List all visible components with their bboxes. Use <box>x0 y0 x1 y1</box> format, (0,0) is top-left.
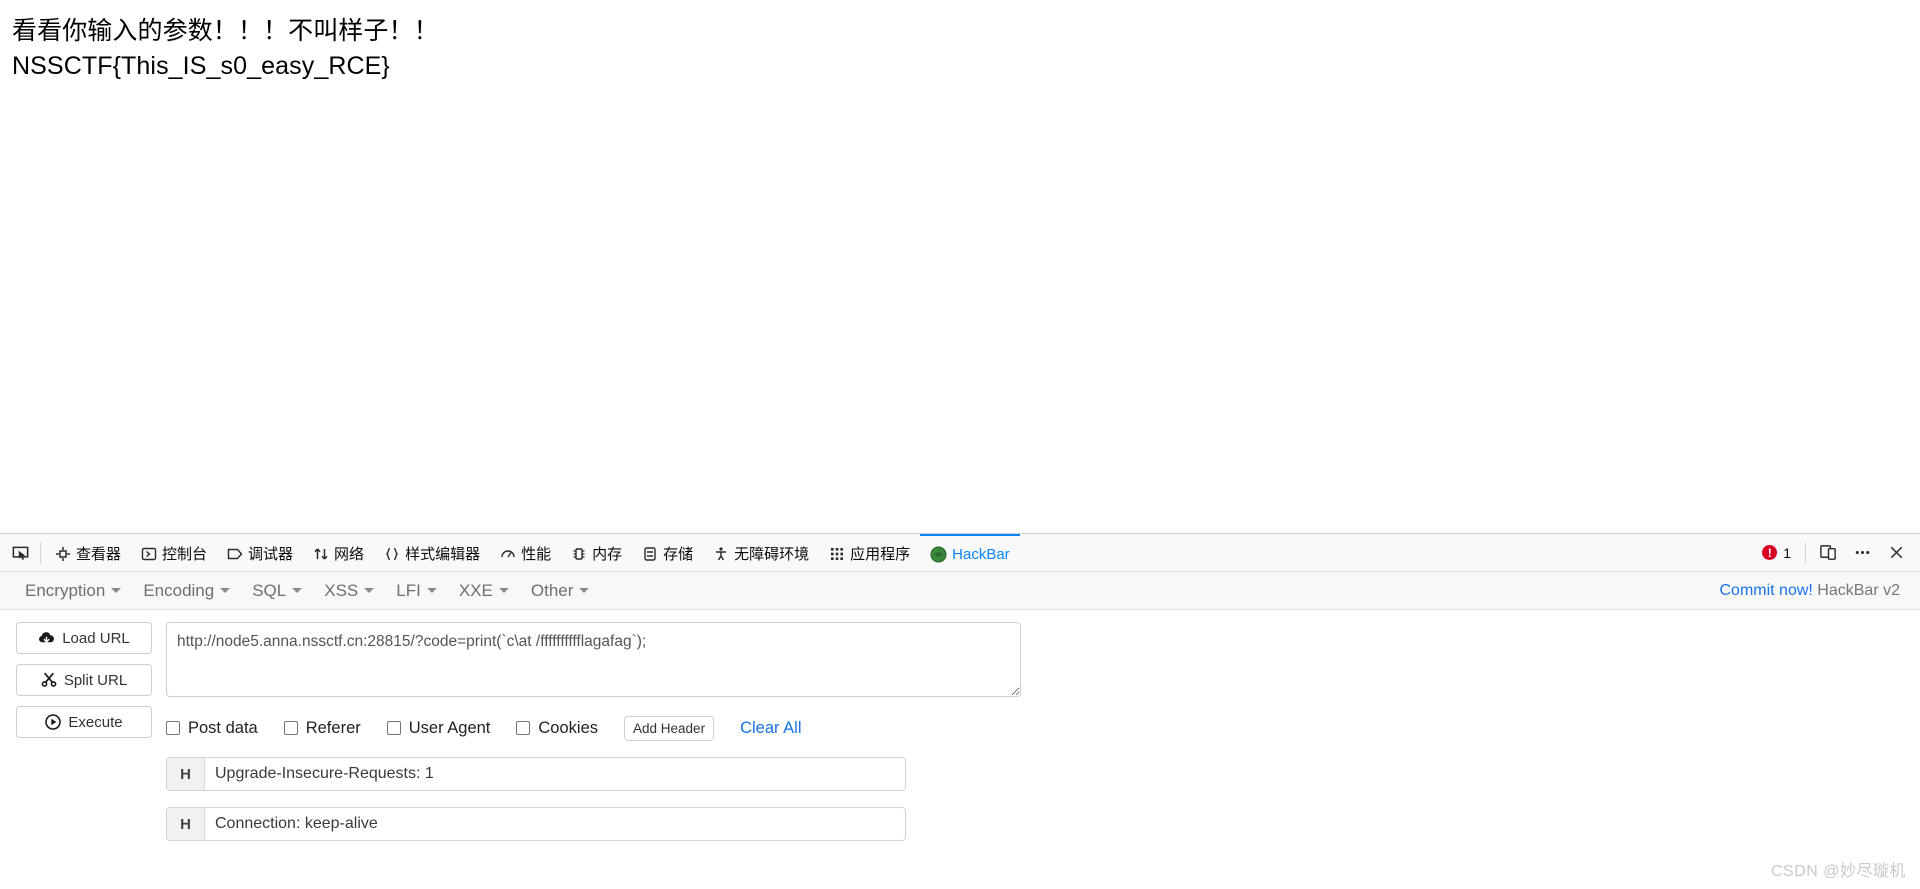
menu-xxe[interactable]: XXE <box>448 577 520 605</box>
menu-label: LFI <box>396 580 421 600</box>
toolbar-divider-right <box>1805 542 1806 564</box>
menu-label: XXE <box>458 580 493 600</box>
tab-label: 性能 <box>521 545 552 563</box>
checkbox-referer[interactable]: Referer <box>283 718 361 738</box>
checkbox-icon[interactable] <box>386 721 401 735</box>
chevron-down-icon <box>220 588 231 593</box>
split-url-button[interactable]: Split URL <box>16 664 152 696</box>
devtools-toolbar-right: ! 1 <box>1754 534 1914 571</box>
tab-storage[interactable]: 存储 <box>632 534 703 571</box>
header-type-label: H <box>167 808 205 840</box>
hackbar-version-label: HackBar v2 <box>1817 581 1900 599</box>
menu-label: Encryption <box>25 580 106 600</box>
commit-now-link[interactable]: Commit now! <box>1719 582 1812 599</box>
tab-label: 控制台 <box>162 545 208 563</box>
chevron-down-icon <box>111 588 122 593</box>
hackbar-action-buttons: Load URL Split URL Execute <box>0 622 152 889</box>
checkbox-cookies[interactable]: Cookies <box>516 719 598 738</box>
tab-label: 调试器 <box>248 545 294 563</box>
add-header-button[interactable]: Add Header <box>624 715 715 741</box>
hackbar-icon <box>930 546 947 562</box>
load-url-button[interactable]: Load URL <box>16 622 152 654</box>
hackbar-version-area: Commit now! HackBar v2 <box>1719 582 1910 600</box>
execute-button[interactable]: Execute <box>16 706 152 738</box>
error-count-badge[interactable]: ! 1 <box>1754 545 1799 561</box>
tab-application[interactable]: 应用程序 <box>819 534 920 571</box>
tab-hackbar[interactable]: HackBar <box>920 534 1020 571</box>
hackbar-form: Post data Referer User Agent Cookies Add… <box>152 622 1920 889</box>
tab-label: 存储 <box>663 545 694 563</box>
header-value-input[interactable]: Connection: keep-alive <box>205 808 905 840</box>
tab-label: 样式编辑器 <box>405 545 481 563</box>
devtools-tab-list: 查看器 控制台 调试器 网络 样式编辑器 性能 内存 存储 无障碍环境 应用程序… <box>45 534 1754 571</box>
tab-label: 内存 <box>592 545 623 563</box>
checkbox-user-agent[interactable]: User Agent <box>386 718 491 738</box>
play-circle-icon <box>45 714 62 730</box>
tab-performance[interactable]: 性能 <box>490 534 561 571</box>
checkbox-label: Post data <box>188 718 258 737</box>
tab-inspector[interactable]: 查看器 <box>45 534 131 571</box>
menu-label: SQL <box>252 580 287 600</box>
button-label: Load URL <box>62 629 130 647</box>
page-text-line-1: 看看你输入的参数！！！不叫样子！！ <box>12 17 439 45</box>
tab-debugger[interactable]: 调试器 <box>217 534 303 571</box>
devtools-toolbar: 查看器 控制台 调试器 网络 样式编辑器 性能 内存 存储 无障碍环境 应用程序… <box>0 534 1920 572</box>
menu-lfi[interactable]: LFI <box>385 577 448 605</box>
chevron-down-icon <box>579 588 590 593</box>
header-value-input[interactable]: Upgrade-Insecure-Requests: 1 <box>205 758 905 790</box>
clear-all-link[interactable]: Clear All <box>740 719 801 738</box>
devtools-close-icon[interactable] <box>1880 534 1912 572</box>
header-row[interactable]: H Connection: keep-alive <box>166 807 906 841</box>
tab-accessibility[interactable]: 无障碍环境 <box>703 534 819 571</box>
tab-label: 网络 <box>334 545 365 563</box>
checkbox-label: Referer <box>305 718 361 737</box>
tab-label: 无障碍环境 <box>734 545 810 563</box>
tab-label: 查看器 <box>76 545 122 563</box>
devtools-more-options-icon[interactable] <box>1846 534 1878 572</box>
checkbox-icon[interactable] <box>166 721 180 735</box>
tab-network[interactable]: 网络 <box>303 534 374 571</box>
chevron-down-icon <box>292 588 303 593</box>
tab-console[interactable]: 控制台 <box>131 534 217 571</box>
devtools-panel: 查看器 控制台 调试器 网络 样式编辑器 性能 内存 存储 无障碍环境 应用程序… <box>0 533 1920 889</box>
hackbar-menubar: Encryption Encoding SQL XSS LFI XXE Othe… <box>0 572 1920 610</box>
browser-page-content: 看看你输入的参数！！！不叫样子！！ NSSCTF{This_IS_s0_easy… <box>0 0 1920 533</box>
menu-encryption[interactable]: Encryption <box>14 577 132 605</box>
hackbar-body: Load URL Split URL Execute http://node5.… <box>0 610 1920 889</box>
checkbox-icon[interactable] <box>516 721 531 735</box>
hackbar-options-row: Post data Referer User Agent Cookies Add… <box>166 715 1920 741</box>
checkbox-post-data[interactable]: Post data <box>166 719 258 738</box>
page-text-flag: NSSCTF{This_IS_s0_easy_RCE} <box>12 52 390 80</box>
header-row[interactable]: H Upgrade-Insecure-Requests: 1 <box>166 757 906 791</box>
menu-label: Encoding <box>143 580 215 600</box>
button-label: Split URL <box>63 671 128 689</box>
tab-memory[interactable]: 内存 <box>561 534 632 571</box>
toolbar-divider <box>40 542 41 564</box>
checkbox-icon[interactable] <box>283 721 298 735</box>
scissors-icon <box>41 672 57 687</box>
menu-sql[interactable]: SQL <box>241 577 313 605</box>
element-picker-icon[interactable] <box>4 534 36 572</box>
chevron-down-icon <box>364 588 375 593</box>
checkbox-label: Cookies <box>538 718 599 737</box>
tab-style-editor[interactable]: 样式编辑器 <box>374 534 490 571</box>
chevron-down-icon <box>498 588 509 593</box>
checkbox-label: User Agent <box>408 718 491 737</box>
menu-other[interactable]: Other <box>520 577 601 605</box>
chevron-down-icon <box>426 588 437 593</box>
error-icon: ! <box>1762 545 1778 560</box>
menu-label: XSS <box>324 580 359 600</box>
url-input[interactable] <box>166 622 1021 697</box>
tab-label: HackBar <box>952 545 1010 563</box>
cloud-download-icon <box>39 631 55 643</box>
tab-label: 应用程序 <box>850 545 911 563</box>
menu-label: Other <box>530 580 574 600</box>
responsive-design-mode-icon[interactable] <box>1812 534 1844 572</box>
menu-xss[interactable]: XSS <box>313 577 385 605</box>
button-label: Execute <box>68 713 123 731</box>
error-count-label: 1 <box>1783 544 1791 561</box>
header-type-label: H <box>167 758 205 790</box>
menu-encoding[interactable]: Encoding <box>132 577 241 605</box>
